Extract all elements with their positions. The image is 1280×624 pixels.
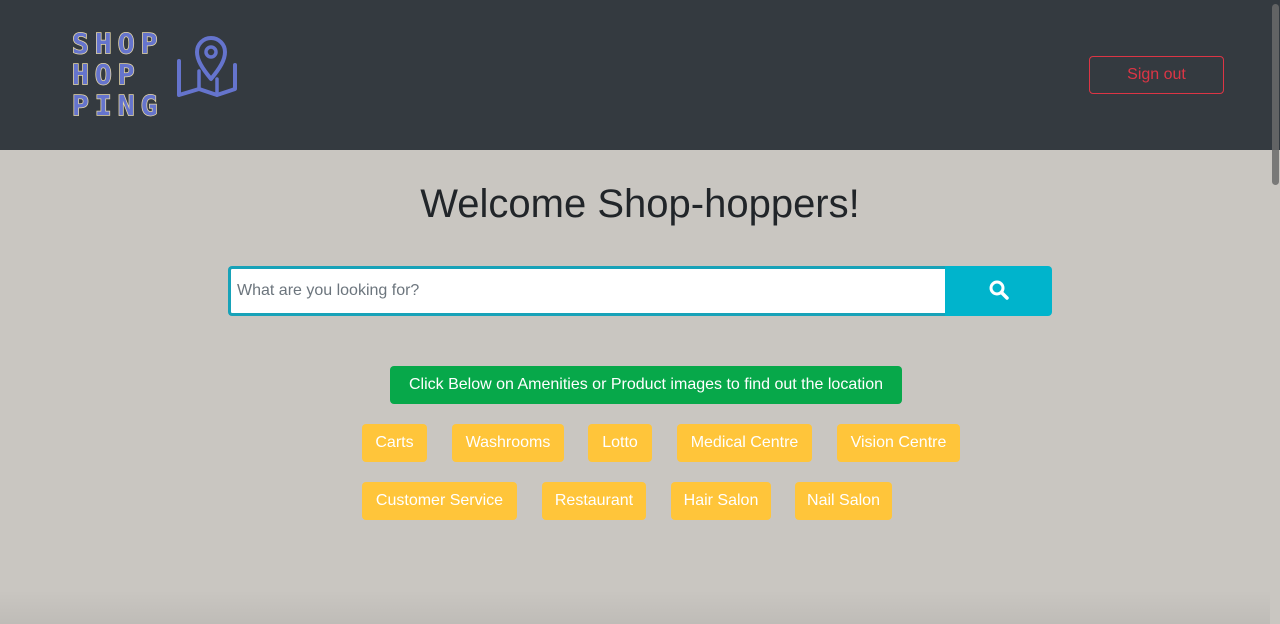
page-title: Welcome Shop-hoppers!: [420, 182, 860, 226]
amenity-hair-salon-button[interactable]: Hair Salon: [671, 482, 771, 520]
logo-text: SHOP HOP PING: [71, 27, 164, 122]
search-bar: [228, 266, 1052, 316]
search-input[interactable]: [228, 266, 945, 316]
amenity-lotto-button[interactable]: Lotto: [588, 424, 652, 462]
logo-line: HOP: [71, 58, 141, 91]
scrollbar-thumb[interactable]: [1272, 4, 1279, 185]
map-pin-icon: [175, 35, 239, 106]
instructions-banner: Click Below on Amenities or Product imag…: [390, 366, 902, 404]
sign-out-button[interactable]: Sign out: [1089, 56, 1224, 94]
amenity-medical-centre-button[interactable]: Medical Centre: [677, 424, 812, 462]
logo-line: SHOP: [71, 27, 164, 60]
amenity-washrooms-button[interactable]: Washrooms: [452, 424, 564, 462]
amenity-carts-button[interactable]: Carts: [362, 424, 427, 462]
amenity-vision-centre-button[interactable]: Vision Centre: [837, 424, 960, 462]
navbar: SHOP HOP PING Sign out: [0, 0, 1280, 150]
amenity-customer-service-button[interactable]: Customer Service: [362, 482, 517, 520]
bottom-shadow: [0, 590, 1270, 624]
logo[interactable]: SHOP HOP PING: [71, 27, 239, 122]
amenity-restaurant-button[interactable]: Restaurant: [542, 482, 646, 520]
search-icon: [989, 280, 1009, 303]
amenity-nail-salon-button[interactable]: Nail Salon: [795, 482, 892, 520]
scrollbar[interactable]: [1270, 0, 1280, 624]
search-button[interactable]: [945, 266, 1052, 316]
logo-line: PING: [71, 89, 164, 122]
